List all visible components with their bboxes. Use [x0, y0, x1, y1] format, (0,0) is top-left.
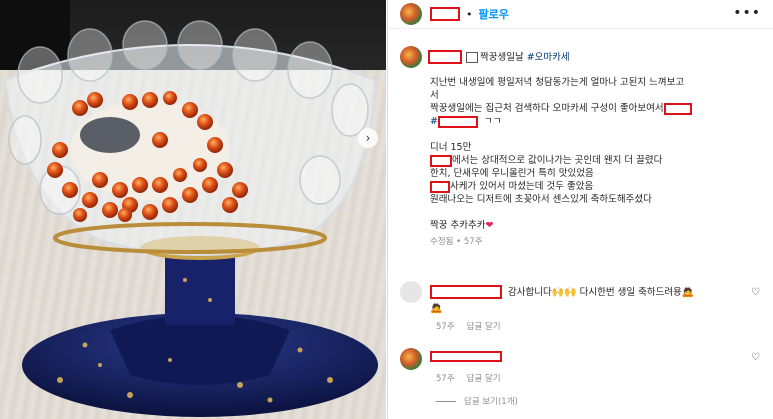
caption-line: 원래나오는 디저트에 초꽂아서 센스있게 축하도해주셨다 [430, 194, 652, 205]
unknown-glyph-box [466, 51, 478, 63]
caption-line: 사케가 있어서 마셨는데 것두 좋았음 [450, 181, 594, 192]
commenter-avatar[interactable] [400, 348, 422, 370]
edited-label: 수정됨 [430, 237, 454, 247]
dessert-cup-illustration [3, 20, 378, 417]
bowing-emoji-icon: 🙇 [430, 303, 443, 314]
redacted-username[interactable] [428, 50, 462, 64]
post-age: 57주 [463, 237, 483, 247]
bowing-emoji-icon: 🙇 [681, 286, 695, 298]
redacted-hashtag [437, 115, 478, 128]
reply-button[interactable]: 답글 달기 [467, 322, 501, 332]
redacted-username[interactable] [430, 285, 502, 299]
caption-line: 에서는 상대적으로 값이나가는 곳인데 왠지 더 끌렸다 [452, 155, 663, 166]
heart-icon[interactable]: ♡ [751, 352, 760, 363]
post-header: • 팔로우 ••• [388, 0, 773, 28]
more-options-icon[interactable]: ••• [733, 5, 761, 21]
next-photo-button[interactable]: › [358, 128, 378, 148]
chevron-right-icon: › [365, 131, 371, 145]
caption-text: ㄱㄱ [483, 116, 502, 127]
caption-avatar[interactable] [400, 46, 422, 68]
comment-age: 57주 [436, 374, 455, 384]
view-replies-button[interactable]: 답글 보기(1개) [436, 395, 518, 407]
author-avatar[interactable] [400, 3, 422, 25]
redacted-username[interactable] [430, 350, 502, 362]
heart-icon[interactable]: ♡ [751, 287, 760, 298]
separator-dot: • [466, 7, 473, 21]
reply-button[interactable]: 답글 달기 [467, 374, 501, 384]
caption-closing: 짝꿍 추카추카 [430, 220, 486, 231]
follow-button[interactable]: 팔로우 [479, 6, 509, 22]
header-divider [388, 28, 773, 29]
caption-line: 디너 15만 [430, 142, 472, 153]
caption-line: 짝꿍생일에는 집근처 검색하다 오마카세 구성이 좋아보여서 [430, 103, 664, 114]
redacted-username[interactable] [430, 7, 460, 21]
caption-line: 한치, 단새우에 우니올린거 특히 맛있었음 [430, 168, 594, 179]
post-photo: › [0, 0, 386, 419]
caption-line: 지난번 내생일에 평일저녁 청담동가는게 얼마나 고된지 느껴보고 [430, 77, 685, 88]
redacted-mention [663, 102, 692, 115]
commenter-avatar[interactable] [400, 281, 422, 303]
caption-line: 서 [430, 90, 439, 101]
comment-item: 감사합니다 🙌🙌 다시한번 생일 축하드려용 🙇 🙇 ♡ 57주 답글 달기 [400, 281, 770, 332]
caption-title: 짝꿍생일날 [480, 51, 524, 63]
post-caption: 짝꿍생일날 #오마카세 지난번 내생일에 평일저녁 청담동가는게 얼마나 고된지… [400, 46, 760, 249]
hashtag-link[interactable]: # [430, 116, 438, 127]
separator-dot: • [456, 237, 462, 247]
caption-body: 지난번 내생일에 평일저녁 청담동가는게 얼마나 고된지 느껴보고 서 짝꿍생일… [430, 76, 760, 249]
redacted-text [430, 154, 452, 167]
post-panel: • 팔로우 ••• 짝꿍생일날 #오마카세 지난번 내생일에 평일저녁 청담동가… [387, 0, 773, 419]
hashtag-link[interactable]: #오마카세 [527, 51, 570, 64]
comment-text: 감사합니다 [508, 286, 552, 298]
comment-item: ♡ 57주 답글 달기 [400, 348, 770, 384]
view-replies-label: 답글 보기(1개) [464, 397, 518, 407]
raised-hands-emoji-icon: 🙌🙌 [551, 286, 577, 298]
comment-text: 다시한번 생일 축하드려용 [579, 286, 682, 298]
comment-age: 57주 [436, 322, 455, 332]
replies-line [436, 400, 456, 402]
heart-emoji-icon: ❤ [485, 220, 494, 231]
redacted-text [430, 180, 450, 193]
